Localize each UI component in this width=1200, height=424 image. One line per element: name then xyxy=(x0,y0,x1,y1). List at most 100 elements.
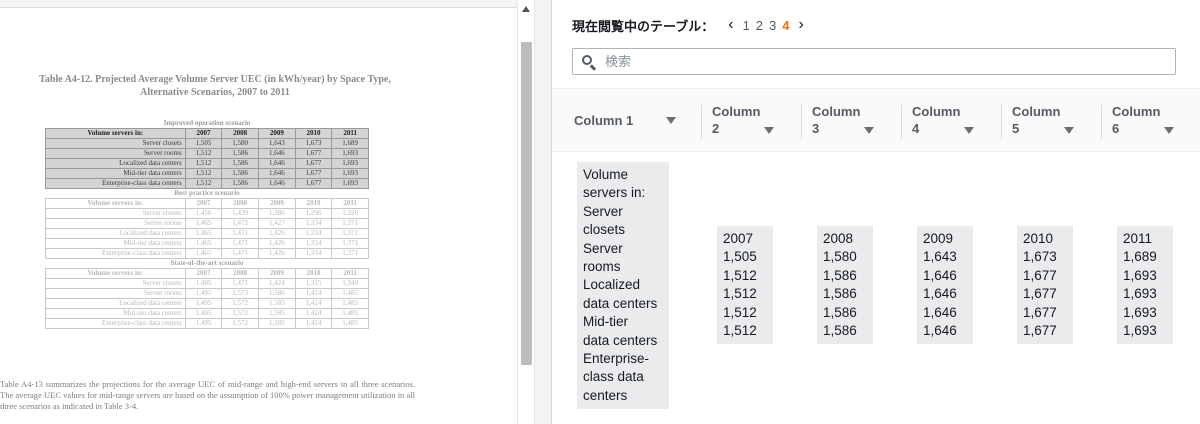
doc-table-cell: Server rooms xyxy=(45,218,186,229)
doc-table-cell: 1,485 xyxy=(331,318,369,329)
doc-table-row: Mid-tier data centers 1,495 1,572 1,585 1,42… xyxy=(45,308,369,319)
column-header-1[interactable]: Column 1 xyxy=(562,89,692,153)
scroll-thumb[interactable] xyxy=(521,42,532,365)
column-header-label: Column 4 xyxy=(912,104,961,136)
doc-table-header-cell: 2009 xyxy=(258,268,296,279)
doc-table-cell: 1,465 xyxy=(184,228,223,239)
doc-table-cell: 1,646 xyxy=(258,158,296,169)
doc-table-cell: 1,572 xyxy=(221,318,259,329)
doc-table-cell: 1,673 xyxy=(294,138,333,149)
doc-table-row: Enterprise-class data centers 1,512 1,586 1… xyxy=(45,178,369,189)
doc-table-cell: 1,677 xyxy=(294,168,333,179)
document-scrollbar[interactable] xyxy=(517,0,535,424)
doc-table-cell: 1,572 xyxy=(221,298,259,309)
doc-table-cell: 1,512 xyxy=(184,168,223,179)
column-divider[interactable] xyxy=(801,105,802,139)
doc-table-header-cell: 2010 xyxy=(294,268,333,279)
column-header-5[interactable]: Column 5 xyxy=(1002,89,1102,153)
caret-down-icon[interactable] xyxy=(864,127,874,134)
doc-table-cell: Localized data centers xyxy=(45,158,186,169)
doc-table-cell: 1,471 xyxy=(221,248,259,259)
column-header-4[interactable]: Column 4 xyxy=(902,89,1002,153)
doc-table-cell: 1,465 xyxy=(184,218,223,229)
scenario-title: Improved operation scenario xyxy=(163,119,251,127)
doc-table-cell: 1,465 xyxy=(184,248,223,259)
doc-table-header-cell: Volume servers in: xyxy=(45,128,186,139)
doc-table-row: Server closets 1,505 1,580 1,643 1,673 1,689 xyxy=(45,138,369,149)
page-1-link[interactable]: 1 xyxy=(743,18,750,33)
doc-table-cell: 1,371 xyxy=(331,248,369,259)
doc-table-cell: 1,472 xyxy=(221,218,259,229)
chevron-right-icon[interactable]: › xyxy=(799,15,804,35)
doc-table-cell: 1,456 xyxy=(184,208,223,219)
table-cell-col-6: 2011 1,689 1,693 1,693 1,693 1,693 xyxy=(1117,226,1173,345)
caret-down-icon[interactable] xyxy=(964,127,974,134)
doc-table-cell: Mid-tier data centers xyxy=(45,168,186,179)
chevron-left-icon[interactable]: ‹ xyxy=(728,15,733,35)
column-header-2[interactable]: Column 2 xyxy=(702,89,802,153)
column-divider[interactable] xyxy=(1001,105,1002,139)
doc-table-cell: 1,371 xyxy=(331,218,369,229)
doc-table-header-cell: 2008 xyxy=(221,128,259,139)
doc-table-cell: Server closets xyxy=(45,278,186,289)
table-cell-col-2: 2007 1,505 1,512 1,512 1,512 1,512 xyxy=(717,226,773,345)
column-header-label: Column 1 xyxy=(574,113,634,128)
search-box[interactable] xyxy=(572,48,1176,75)
doc-table-cell: 1,424 xyxy=(294,308,333,319)
doc-table-cell: 1,424 xyxy=(294,318,333,329)
doc-table-cell: 1,646 xyxy=(258,178,296,189)
doc-table-cell: 1,646 xyxy=(258,168,296,179)
grid-header: Column 1 Column 2 Column 3 Column 4 Column 5… xyxy=(552,88,1200,152)
doc-table-cell: Localized data centers xyxy=(45,298,186,309)
doc-table-cell: Mid-tier data centers xyxy=(45,238,186,249)
column-header-label: Column 5 xyxy=(1012,104,1061,136)
column-divider[interactable] xyxy=(701,105,702,139)
doc-table-cell: 1,585 xyxy=(258,318,296,329)
doc-table-cell: 1,677 xyxy=(294,158,333,169)
doc-table-cell: 1,512 xyxy=(184,158,223,169)
doc-table-cell: 1,693 xyxy=(331,148,369,159)
doc-table-header-cell: 2007 xyxy=(184,128,223,139)
caret-down-icon[interactable] xyxy=(1164,127,1174,134)
doc-table-cell: 1,334 xyxy=(294,238,333,249)
page-3-link[interactable]: 3 xyxy=(769,18,776,33)
doc-table-cell: 1,677 xyxy=(294,178,333,189)
caret-down-icon[interactable] xyxy=(1064,127,1074,134)
doc-table-header-cell: 2011 xyxy=(331,198,369,209)
doc-table-cell: 1,371 xyxy=(331,228,369,239)
doc-table-cell: 1,586 xyxy=(221,178,259,189)
column-divider[interactable] xyxy=(1101,105,1102,139)
doc-table-cell: 1,495 xyxy=(184,318,223,329)
doc-table-cell: Server rooms xyxy=(45,288,186,299)
doc-table-cell: 1,585 xyxy=(258,298,296,309)
caret-down-icon[interactable] xyxy=(666,117,676,124)
doc-table-cell: 1,485 xyxy=(331,298,369,309)
doc-table-cell: 1,439 xyxy=(221,208,259,219)
doc-table-cell: 1,427 xyxy=(258,218,296,229)
tables-pagination: 現在閲覧中のテーブル： ‹ 1234 › xyxy=(572,14,810,36)
doc-table-cell: 1,424 xyxy=(294,298,333,309)
page-4-link[interactable]: 4 xyxy=(782,18,789,33)
column-header-3[interactable]: Column 3 xyxy=(802,89,902,153)
doc-table-header-cell: 2009 xyxy=(258,198,296,209)
caret-down-icon[interactable] xyxy=(764,127,774,134)
doc-table-cell: 1,643 xyxy=(258,138,296,149)
doc-table-cell: 1,426 xyxy=(258,238,296,249)
doc-table-header-cell: 2009 xyxy=(258,128,296,139)
doc-table-cell: 1,471 xyxy=(221,228,259,239)
scroll-up-arrow-icon[interactable] xyxy=(522,6,530,12)
doc-table-header-cell: Volume servers in: xyxy=(45,268,186,279)
column-header-6[interactable]: Column 6 xyxy=(1102,89,1200,153)
document-viewer[interactable]: Table A4-12. Projected Average Volume Se… xyxy=(0,0,517,424)
doc-table-header-cell: 2010 xyxy=(294,128,333,139)
table-cell-col-5: 2010 1,673 1,677 1,677 1,677 1,677 xyxy=(1017,226,1073,345)
page-2-link[interactable]: 2 xyxy=(756,18,763,33)
doc-table-header-cell: 2010 xyxy=(294,198,333,209)
column-divider[interactable] xyxy=(901,105,902,139)
doc-table-cell: 1,586 xyxy=(221,158,259,169)
doc-table-cell: 1,585 xyxy=(258,308,296,319)
doc-table-cell: Enterprise-class data centers xyxy=(45,248,186,259)
search-input[interactable] xyxy=(605,54,1165,69)
doc-table-cell: 1,573 xyxy=(221,288,259,299)
doc-table-cell: 1,586 xyxy=(221,148,259,159)
